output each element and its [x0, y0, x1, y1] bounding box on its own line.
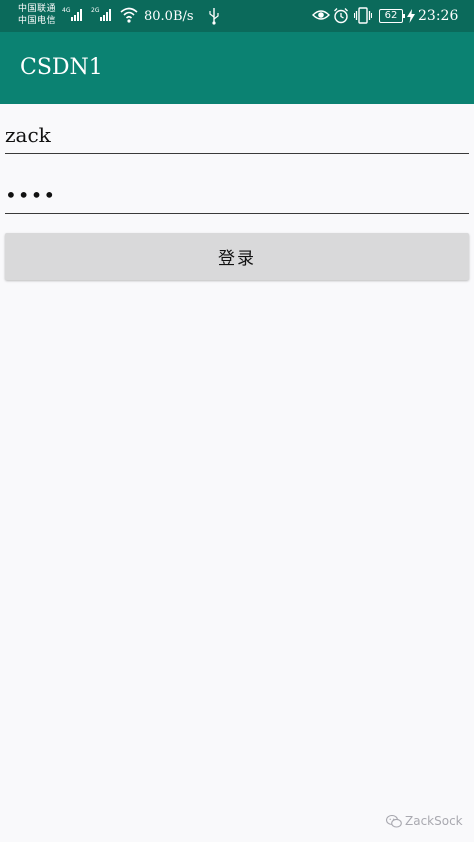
signal-icon	[71, 8, 83, 21]
vibrate-icon	[354, 7, 372, 24]
eye-icon	[312, 10, 330, 20]
carrier-2: 中国电信	[18, 16, 57, 26]
password-input[interactable]	[5, 178, 469, 212]
login-button[interactable]: 登录	[5, 233, 469, 280]
carrier-labels: 中国联通 中国电信	[18, 3, 56, 27]
sim1-signal: 4G	[62, 7, 83, 21]
signal-icon	[100, 8, 112, 21]
password-field[interactable]	[5, 178, 469, 214]
usb-icon	[209, 8, 219, 25]
net-speed: 80.0B/s	[144, 9, 194, 24]
charging-icon	[407, 9, 415, 23]
alarm-icon	[334, 8, 348, 24]
username-field[interactable]	[5, 118, 469, 154]
watermark-text: ZackSock	[405, 814, 463, 828]
status-bar: 中国联通 中国电信 4G 2G 80.0B/s 62 23:26	[0, 0, 474, 32]
sim1-network-type: 4G	[62, 7, 71, 14]
carrier-1: 中国联通	[18, 4, 57, 14]
clock: 23:26	[418, 8, 459, 24]
battery-icon: 62	[379, 9, 405, 23]
watermark: ZackSock	[386, 814, 463, 828]
sim2-signal: 2G	[91, 7, 112, 21]
username-input[interactable]	[5, 118, 469, 152]
sim2-network-type: 2G	[91, 7, 100, 14]
app-title: CSDN1	[20, 55, 103, 80]
wifi-icon	[120, 7, 138, 23]
wechat-icon	[386, 814, 402, 828]
app-bar: CSDN1	[0, 32, 474, 104]
